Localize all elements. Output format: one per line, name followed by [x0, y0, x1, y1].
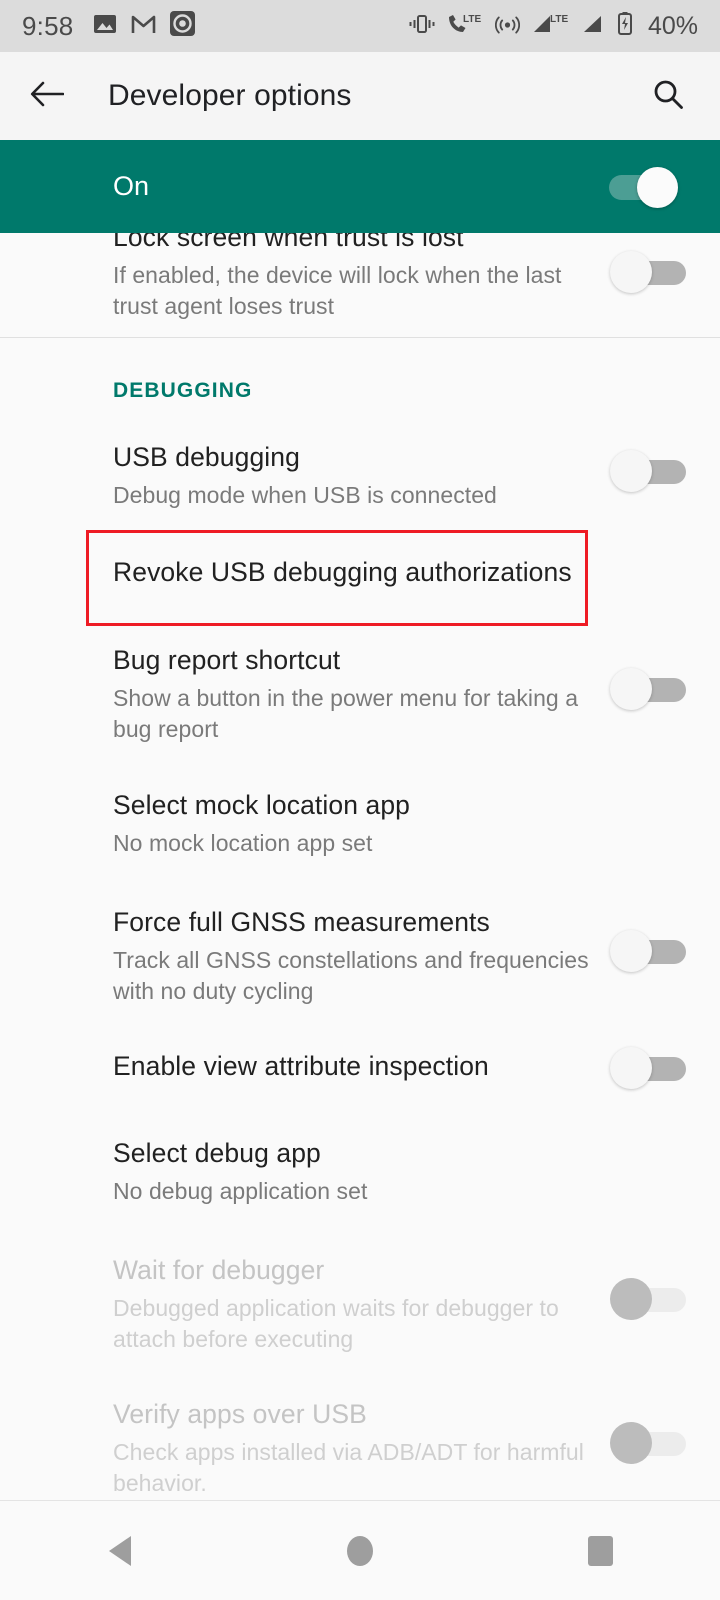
list-item-text: Enable view attribute inspection	[113, 1051, 610, 1082]
nav-back-icon	[109, 1536, 131, 1566]
battery-charging-icon	[616, 12, 634, 41]
list-item-text: Lock screen when trust is lost If enable…	[113, 222, 610, 321]
app-bar: Developer options	[0, 52, 720, 140]
list-item-enable-view-attribute-inspection[interactable]: Enable view attribute inspection	[0, 1051, 720, 1090]
list-item-title: Revoke USB debugging authorizations	[113, 557, 704, 588]
list-item-subtitle: No debug application set	[113, 1176, 704, 1207]
list-item-text: Force full GNSS measurements Track all G…	[113, 907, 610, 1006]
toggle-thumb	[610, 1422, 652, 1464]
search-icon	[651, 77, 685, 116]
status-bar: 9:58 LTE	[0, 0, 720, 52]
svg-text:LTE: LTE	[550, 14, 568, 25]
back-button[interactable]	[24, 73, 70, 119]
nav-recents-button[interactable]	[480, 1501, 720, 1600]
list-item-revoke-usb-debugging[interactable]: Revoke USB debugging authorizations	[0, 557, 720, 588]
status-system-icons: LTE LTE 40%	[409, 12, 698, 41]
list-item-text: Select mock location app No mock locatio…	[113, 790, 720, 859]
phone-lte-icon: LTE	[447, 12, 483, 41]
toggle-usb-debugging[interactable]	[610, 449, 688, 493]
list-item-text: Revoke USB debugging authorizations	[113, 557, 720, 588]
master-switch-toggle[interactable]	[600, 164, 680, 210]
list-item-subtitle: Show a button in the power menu for taki…	[113, 683, 594, 744]
list-item-verify-apps-over-usb[interactable]: Verify apps over USB Check apps installe…	[0, 1399, 720, 1498]
developer-options-master-switch-bar[interactable]: On	[0, 140, 720, 233]
image-icon	[93, 12, 117, 41]
svg-text:LTE: LTE	[463, 14, 481, 25]
signal-icon	[582, 13, 604, 40]
signal-lte-icon: LTE	[532, 12, 570, 41]
list-item-text: Bug report shortcut Show a button in the…	[113, 645, 610, 744]
screen: 9:58 LTE	[0, 0, 720, 1600]
list-item-subtitle: Debugged application waits for debugger …	[113, 1293, 594, 1354]
search-button[interactable]	[646, 74, 690, 118]
toggle-wait-for-debugger[interactable]	[610, 1277, 688, 1321]
divider	[0, 337, 720, 338]
master-switch-thumb	[637, 167, 678, 208]
settings-list[interactable]: Lock screen when trust is lost If enable…	[0, 140, 720, 1500]
toggle-lock-screen-trust[interactable]	[610, 250, 688, 294]
toggle-thumb	[610, 1278, 652, 1320]
vibrate-icon	[409, 13, 435, 40]
back-arrow-icon	[30, 79, 64, 114]
list-item-bug-report-shortcut[interactable]: Bug report shortcut Show a button in the…	[0, 645, 720, 744]
nav-home-icon	[347, 1536, 373, 1566]
list-item-text: Select debug app No debug application se…	[113, 1138, 720, 1207]
list-item-text: Wait for debugger Debugged application w…	[113, 1255, 610, 1354]
status-notification-icons	[93, 11, 195, 41]
list-item-title: USB debugging	[113, 442, 594, 473]
list-item-select-debug-app[interactable]: Select debug app No debug application se…	[0, 1138, 720, 1207]
list-item-subtitle: Check apps installed via ADB/ADT for har…	[113, 1437, 594, 1498]
toggle-thumb	[610, 450, 652, 492]
list-item-title: Select mock location app	[113, 790, 704, 821]
list-item-lock-screen-trust[interactable]: Lock screen when trust is lost If enable…	[0, 222, 720, 321]
list-item-usb-debugging[interactable]: USB debugging Debug mode when USB is con…	[0, 442, 720, 511]
toggle-force-full-gnss[interactable]	[610, 929, 688, 973]
section-header-debugging: DEBUGGING	[0, 379, 720, 403]
list-item-title: Wait for debugger	[113, 1255, 594, 1286]
toggle-thumb	[610, 1047, 652, 1089]
list-item-text: USB debugging Debug mode when USB is con…	[113, 442, 610, 511]
list-item-subtitle: Track all GNSS constellations and freque…	[113, 945, 594, 1006]
record-icon	[170, 11, 195, 41]
toggle-thumb	[610, 668, 652, 710]
list-item-force-full-gnss[interactable]: Force full GNSS measurements Track all G…	[0, 907, 720, 1006]
list-item-title: Force full GNSS measurements	[113, 907, 594, 938]
toggle-thumb	[610, 251, 652, 293]
nav-home-button[interactable]	[240, 1501, 480, 1600]
list-item-subtitle: No mock location app set	[113, 828, 704, 859]
list-item-title: Enable view attribute inspection	[113, 1051, 594, 1082]
list-item-wait-for-debugger[interactable]: Wait for debugger Debugged application w…	[0, 1255, 720, 1354]
list-item-select-mock-location-app[interactable]: Select mock location app No mock locatio…	[0, 790, 720, 859]
nav-recents-icon	[588, 1536, 613, 1566]
list-item-title: Select debug app	[113, 1138, 704, 1169]
toggle-verify-apps-over-usb[interactable]	[610, 1421, 688, 1465]
list-item-title: Bug report shortcut	[113, 645, 594, 676]
hotspot-icon	[495, 13, 520, 40]
page-title: Developer options	[108, 79, 352, 113]
gmail-icon	[131, 13, 156, 40]
list-item-text: Verify apps over USB Check apps installe…	[113, 1399, 610, 1498]
status-clock: 9:58	[22, 11, 73, 42]
battery-percent-label: 40%	[648, 12, 698, 41]
list-item-subtitle: Debug mode when USB is connected	[113, 480, 594, 511]
navigation-bar	[0, 1500, 720, 1600]
nav-back-button[interactable]	[0, 1501, 240, 1600]
master-switch-label: On	[113, 171, 149, 202]
toggle-enable-view-attribute-inspection[interactable]	[610, 1046, 688, 1090]
toggle-thumb	[610, 930, 652, 972]
list-item-title: Verify apps over USB	[113, 1399, 594, 1430]
list-item-subtitle: If enabled, the device will lock when th…	[113, 260, 594, 321]
toggle-bug-report-shortcut[interactable]	[610, 667, 688, 711]
